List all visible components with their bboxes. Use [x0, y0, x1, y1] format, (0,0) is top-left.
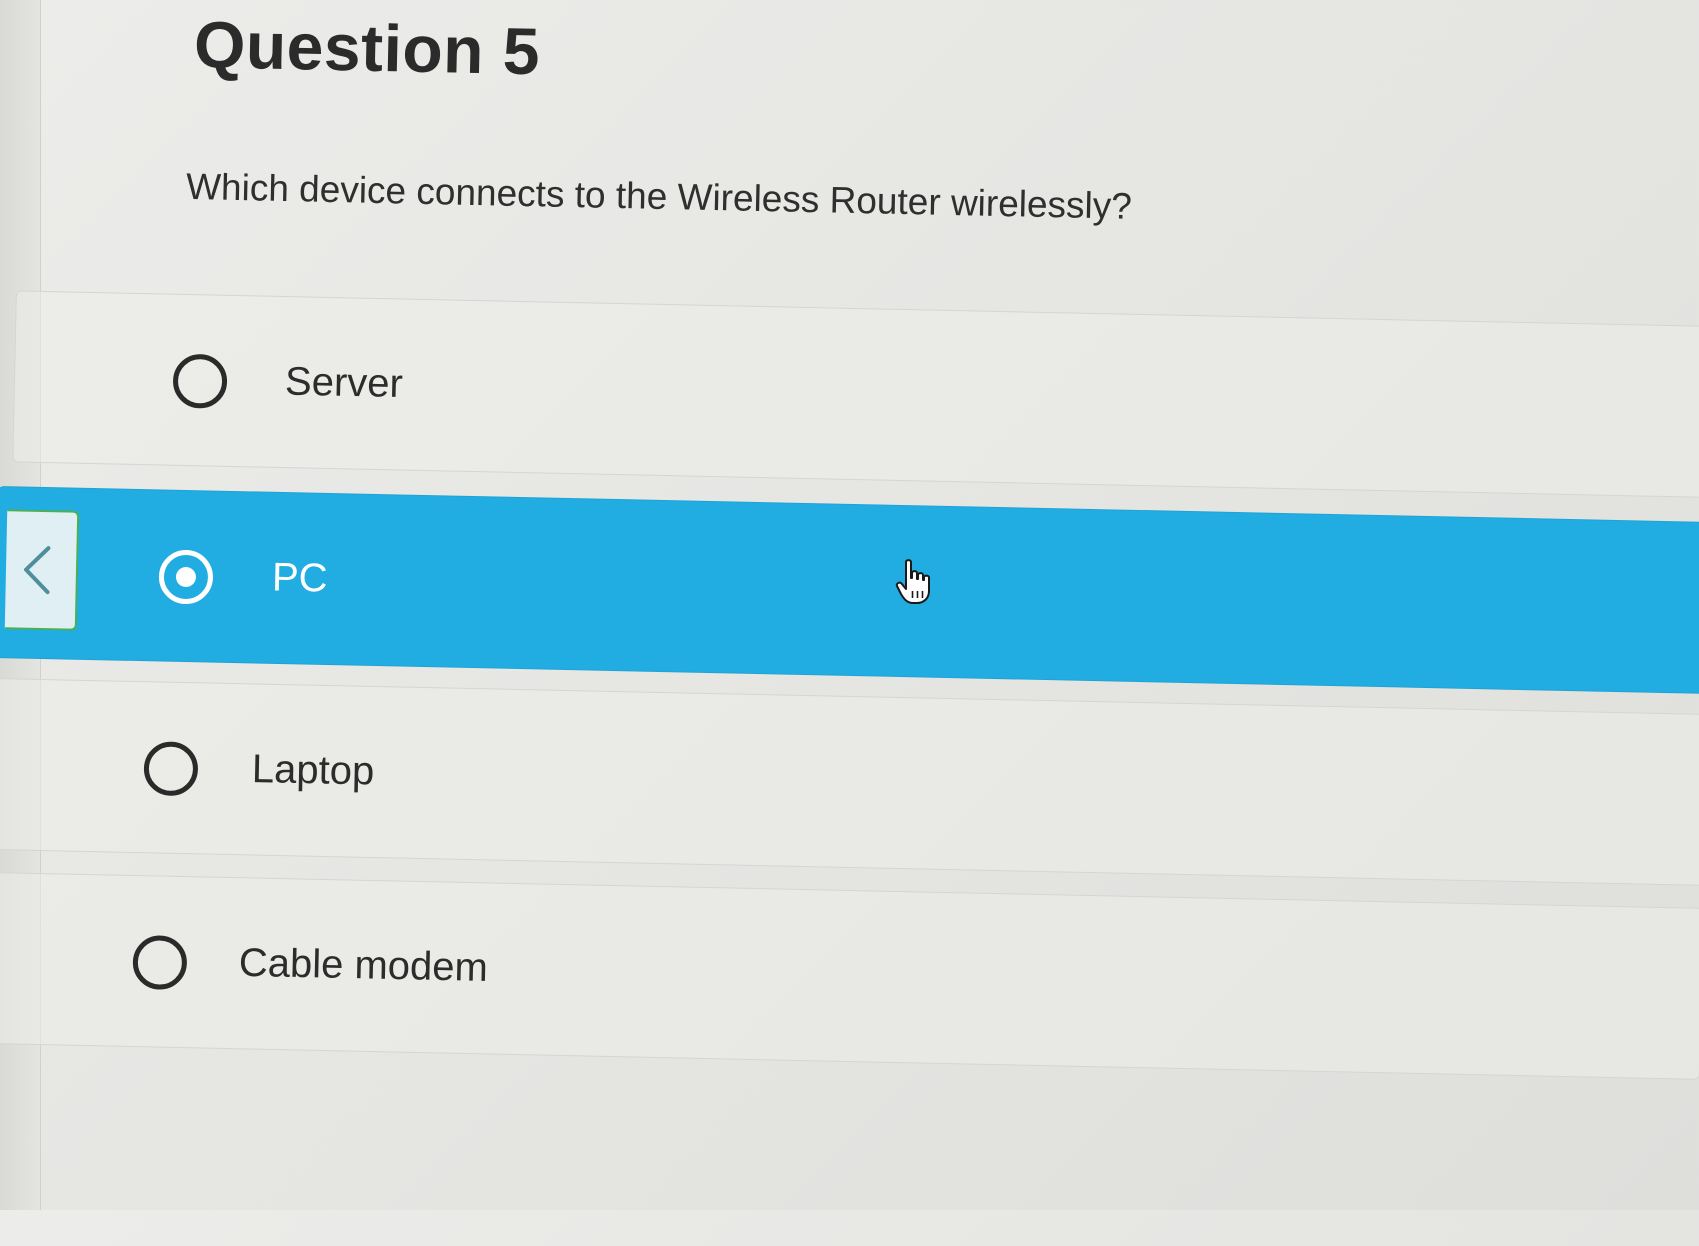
- option-label: Laptop: [251, 746, 375, 794]
- option-label: Cable modem: [238, 940, 489, 990]
- question-title: Question 5: [193, 7, 541, 89]
- option-label: Server: [284, 359, 404, 407]
- hand-pointer-icon: [895, 559, 930, 604]
- back-button[interactable]: [4, 509, 80, 631]
- option-laptop[interactable]: Laptop: [0, 677, 1699, 886]
- radio-empty-icon[interactable]: [172, 353, 228, 409]
- question-text: Which device connects to the Wireless Ro…: [185, 165, 1133, 227]
- chevron-left-icon: [24, 546, 51, 595]
- quiz-panel: Question 5 Which device connects to the …: [0, 0, 1699, 1245]
- radio-empty-icon[interactable]: [132, 934, 188, 991]
- radio-selected-icon[interactable]: [158, 549, 214, 605]
- radio-empty-icon[interactable]: [143, 741, 199, 797]
- option-cable-modem[interactable]: Cable modem: [0, 871, 1699, 1080]
- option-pc[interactable]: PC: [0, 486, 1699, 695]
- option-server[interactable]: Server: [12, 290, 1699, 499]
- option-label: PC: [271, 555, 328, 601]
